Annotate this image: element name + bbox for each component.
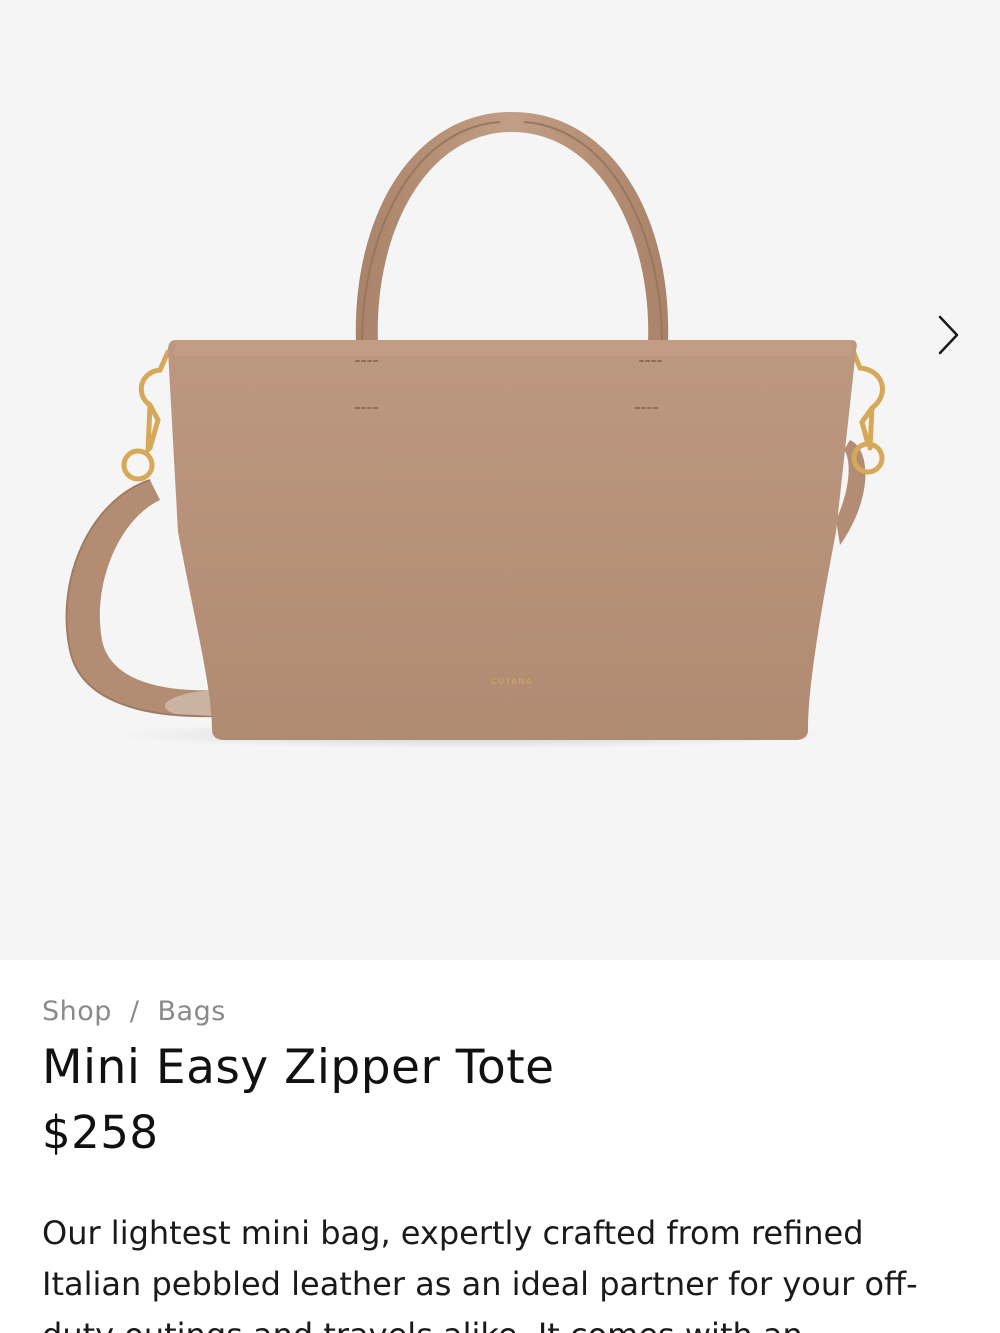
chevron-right-icon (938, 315, 959, 355)
product-price: $258 (42, 1106, 159, 1159)
breadcrumb-shop-link[interactable]: Shop (42, 996, 112, 1027)
product-gallery[interactable]: CUYANA (0, 0, 1000, 960)
product-page: CUYANA Shop / Bags Mini Easy Zipper Tote $… (0, 0, 1000, 1333)
svg-text:CUYANA: CUYANA (491, 677, 533, 686)
breadcrumb: Shop / Bags (42, 996, 226, 1027)
breadcrumb-separator: / (129, 996, 140, 1027)
product-description: Our lightest mini bag, expertly crafted … (42, 1214, 918, 1333)
product-title: Mini Easy Zipper Tote (42, 1040, 555, 1095)
product-image: CUYANA (65, 112, 885, 749)
next-image-button[interactable] (920, 305, 976, 365)
breadcrumb-bags-link[interactable]: Bags (158, 996, 226, 1027)
